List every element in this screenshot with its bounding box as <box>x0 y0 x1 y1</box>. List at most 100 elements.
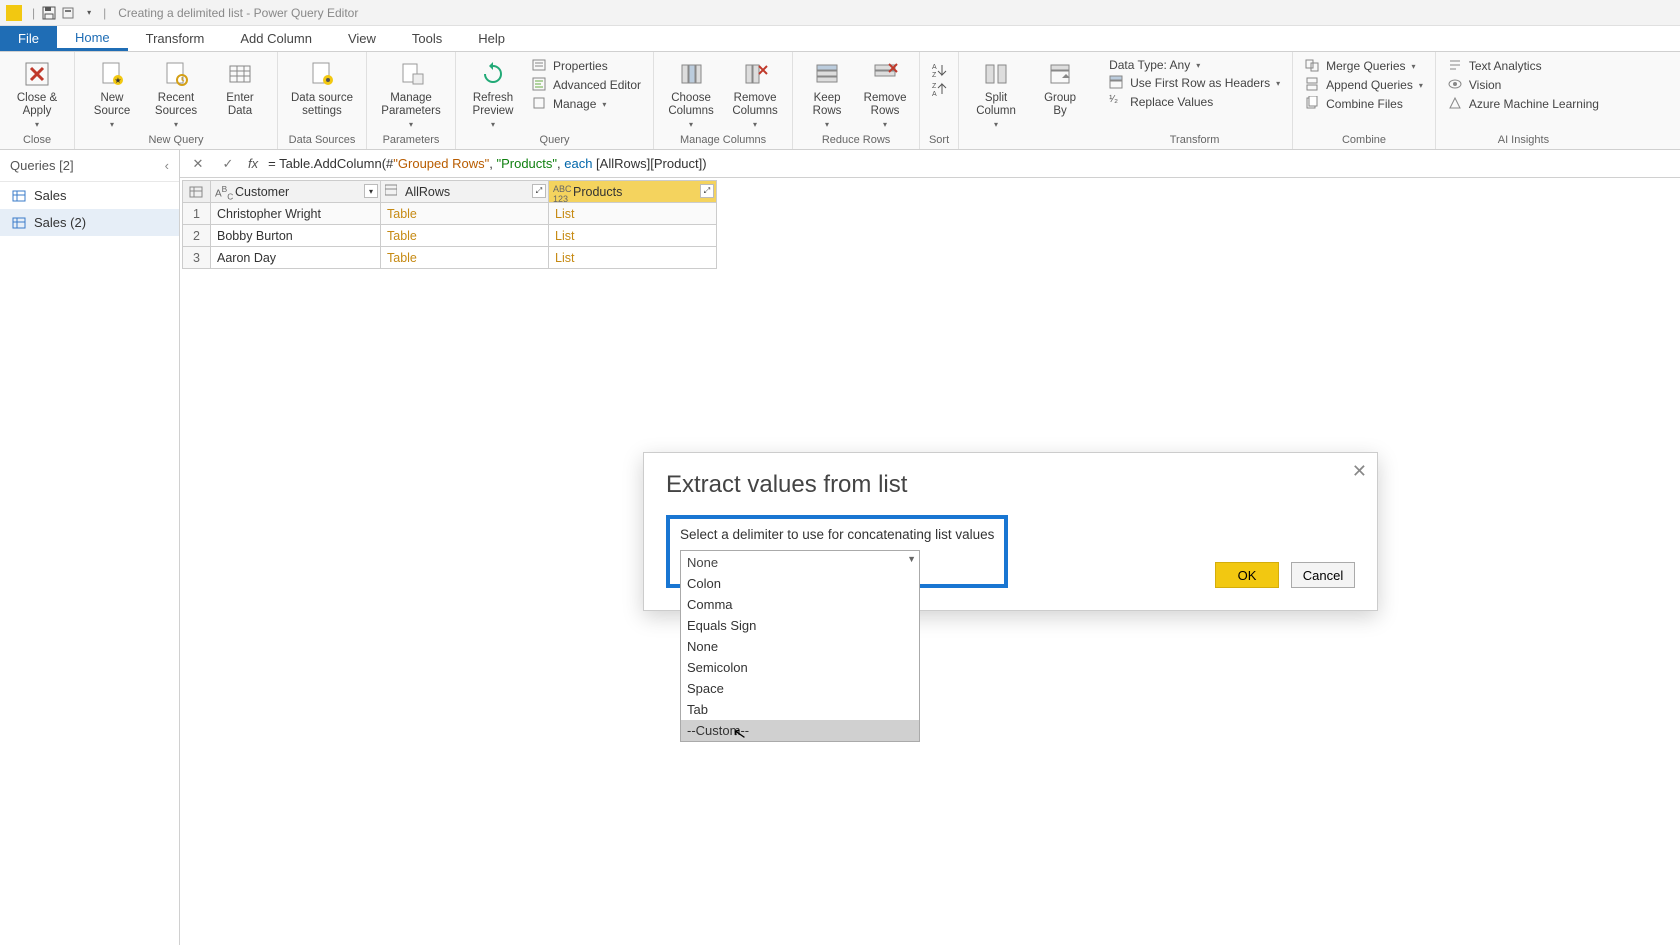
text-analytics-button[interactable]: Text Analytics <box>1444 58 1603 74</box>
option-colon[interactable]: Colon <box>681 573 919 594</box>
extract-values-dialog: ✕ Extract values from list Select a deli… <box>643 452 1378 611</box>
collapse-queries-icon[interactable]: ‹ <box>165 158 169 173</box>
app-icon <box>6 5 22 21</box>
cell-customer[interactable]: Christopher Wright <box>211 203 381 225</box>
table-row[interactable]: 1 Christopher Wright Table List <box>183 203 717 225</box>
delimiter-input[interactable] <box>680 550 920 574</box>
group-label-data-sources: Data Sources <box>289 132 356 149</box>
combine-files-button[interactable]: Combine Files <box>1301 96 1427 112</box>
tab-transform[interactable]: Transform <box>128 26 223 51</box>
remove-columns-button[interactable]: Remove Columns▾ <box>726 56 784 130</box>
cell-customer[interactable]: Bobby Burton <box>211 225 381 247</box>
sort-desc-button[interactable]: ZA <box>928 81 950 97</box>
azure-ml-button[interactable]: Azure Machine Learning <box>1444 96 1603 112</box>
remove-rows-button[interactable]: Remove Rows▾ <box>859 56 911 130</box>
column-header-allrows[interactable]: AllRows ⤢ <box>381 181 549 203</box>
cell-customer[interactable]: Aaron Day <box>211 247 381 269</box>
queries-count: Queries [2] <box>10 158 74 173</box>
dropdown-icon[interactable]: ▾ <box>81 5 97 21</box>
group-close: Close & Apply▾ Close <box>0 52 75 149</box>
formula-expression[interactable]: = Table.AddColumn(#"Grouped Rows", "Prod… <box>268 156 706 172</box>
refresh-preview-button[interactable]: Refresh Preview▾ <box>464 56 522 130</box>
option-tab[interactable]: Tab <box>681 699 919 720</box>
row-number: 1 <box>183 203 211 225</box>
column-expand-icon[interactable]: ⤢ <box>700 184 714 198</box>
first-row-headers-button[interactable]: Use First Row as Headers▾ <box>1105 75 1284 91</box>
divider: | <box>103 6 106 20</box>
manage-button[interactable]: Manage▾ <box>528 96 645 112</box>
query-item-sales-2[interactable]: Sales (2) <box>0 209 179 236</box>
table-row[interactable]: 3 Aaron Day Table List <box>183 247 717 269</box>
accept-formula-icon[interactable]: ✓ <box>218 156 238 172</box>
save-icon[interactable] <box>41 5 57 21</box>
queries-pane: Queries [2] ‹ Sales Sales (2) <box>0 150 180 945</box>
enter-data-button[interactable]: Enter Data <box>211 56 269 118</box>
tab-help[interactable]: Help <box>460 26 523 51</box>
tab-add-column[interactable]: Add Column <box>222 26 330 51</box>
cancel-button[interactable]: Cancel <box>1291 562 1355 588</box>
merge-queries-button[interactable]: Merge Queries▾ <box>1301 58 1427 74</box>
append-queries-button[interactable]: Append Queries▾ <box>1301 77 1427 93</box>
vision-button[interactable]: Vision <box>1444 77 1603 93</box>
formula-bar: ✕ ✓ fx = Table.AddColumn(#"Grouped Rows"… <box>180 150 1680 178</box>
keep-rows-button[interactable]: Keep Rows▾ <box>801 56 853 130</box>
close-apply-button[interactable]: Close & Apply▾ <box>8 56 66 130</box>
group-transform: Data Type: Any▾ Use First Row as Headers… <box>1097 52 1293 149</box>
option-custom[interactable]: --Custom-- <box>681 720 919 741</box>
recent-sources-button[interactable]: Recent Sources▾ <box>147 56 205 130</box>
data-source-settings-button[interactable]: Data source settings <box>286 56 358 118</box>
svg-text:A: A <box>932 64 937 71</box>
table-icon <box>12 216 26 230</box>
option-comma[interactable]: Comma <box>681 594 919 615</box>
column-header-customer[interactable]: ABC Customer ▾ <box>211 181 381 203</box>
delimiter-combo[interactable]: ▼ Colon Comma Equals Sign None Semicolon… <box>680 550 920 574</box>
cell-products[interactable]: List <box>549 225 717 247</box>
cell-allrows[interactable]: Table <box>381 247 549 269</box>
group-reduce-rows: Keep Rows▾ Remove Rows▾ Reduce Rows <box>793 52 920 149</box>
column-expand-icon[interactable]: ⤢ <box>532 184 546 198</box>
group-label-sort: Sort <box>929 132 949 149</box>
data-type-button[interactable]: Data Type: Any▾ <box>1105 58 1284 72</box>
option-space[interactable]: Space <box>681 678 919 699</box>
dialog-title: Extract values from list <box>666 471 1355 499</box>
replace-values-button[interactable]: ¹⁄₂Replace Values <box>1105 94 1284 110</box>
manage-parameters-button[interactable]: Manage Parameters▾ <box>375 56 447 130</box>
cell-products[interactable]: List <box>549 247 717 269</box>
table-row[interactable]: 2 Bobby Burton Table List <box>183 225 717 247</box>
column-filter-icon[interactable]: ▾ <box>364 184 378 198</box>
close-icon[interactable]: ✕ <box>1352 461 1367 482</box>
option-none[interactable]: None <box>681 636 919 657</box>
group-by-button[interactable]: Group By <box>1031 56 1089 118</box>
window-title: Creating a delimited list - Power Query … <box>118 6 358 20</box>
tab-file[interactable]: File <box>0 26 57 51</box>
cell-allrows[interactable]: Table <box>381 203 549 225</box>
query-item-sales[interactable]: Sales <box>0 182 179 209</box>
properties-button[interactable]: Properties <box>528 58 645 74</box>
column-header-products[interactable]: ABC123 Products ⤢ <box>549 181 717 203</box>
sort-asc-button[interactable]: AZ <box>928 62 950 78</box>
svg-text:A: A <box>932 91 937 97</box>
delimiter-dropdown: Colon Comma Equals Sign None Semicolon S… <box>680 573 920 742</box>
group-ai: Text Analytics Vision Azure Machine Lear… <box>1436 52 1611 149</box>
advanced-editor-button[interactable]: Advanced Editor <box>528 77 645 93</box>
ribbon: Close & Apply▾ Close ★ New Source▾ Recen… <box>0 52 1680 150</box>
undo-icon[interactable] <box>61 5 77 21</box>
option-semicolon[interactable]: Semicolon <box>681 657 919 678</box>
new-source-button[interactable]: ★ New Source▾ <box>83 56 141 130</box>
ribbon-tabs: File Home Transform Add Column View Tool… <box>0 26 1680 52</box>
tab-home[interactable]: Home <box>57 26 128 51</box>
fx-icon[interactable]: fx <box>248 156 258 171</box>
choose-columns-button[interactable]: Choose Columns▾ <box>662 56 720 130</box>
ok-button[interactable]: OK <box>1215 562 1279 588</box>
split-column-button[interactable]: Split Column▾ <box>967 56 1025 130</box>
cell-allrows[interactable]: Table <box>381 225 549 247</box>
option-equals[interactable]: Equals Sign <box>681 615 919 636</box>
group-label-ai: AI Insights <box>1498 132 1549 149</box>
group-parameters: Manage Parameters▾ Parameters <box>367 52 456 149</box>
cell-products[interactable]: List <box>549 203 717 225</box>
tab-tools[interactable]: Tools <box>394 26 460 51</box>
tab-view[interactable]: View <box>330 26 394 51</box>
group-combine: Merge Queries▾ Append Queries▾ Combine F… <box>1293 52 1436 149</box>
cancel-formula-icon[interactable]: ✕ <box>188 156 208 172</box>
grid-corner[interactable] <box>183 181 211 203</box>
